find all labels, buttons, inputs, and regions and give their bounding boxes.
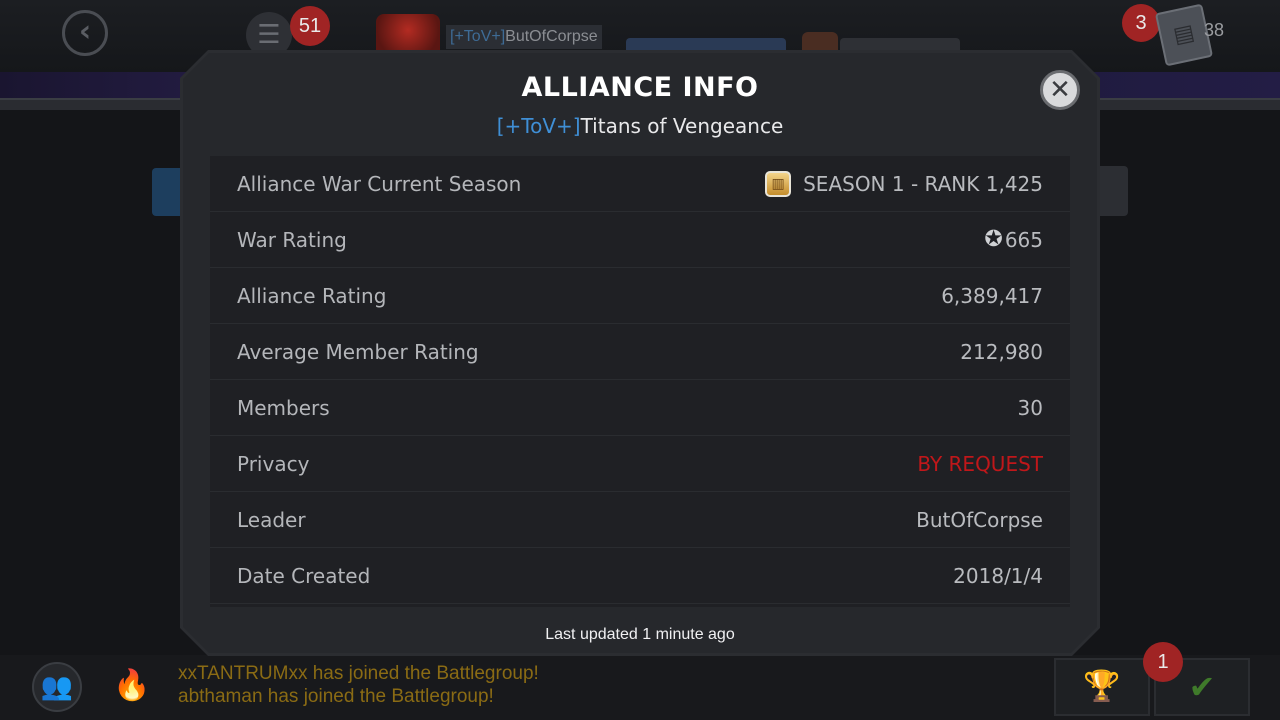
player-name-tag: [+ToV+]ButOfCorpse: [446, 25, 602, 49]
row-value: ✪ 665: [984, 227, 1043, 252]
row-value: 212,980: [960, 339, 1043, 364]
row-label: Members: [237, 395, 330, 420]
close-button[interactable]: ✕: [1040, 70, 1080, 110]
group-icon: 👥: [40, 672, 74, 702]
row-label: Date Created: [237, 563, 371, 588]
season-badge-icon: ▥: [765, 170, 792, 197]
row-value: 30: [1017, 395, 1043, 420]
trophy-icon: 🏆: [1083, 669, 1121, 704]
menu-icon: ☰: [257, 20, 281, 50]
last-updated-text: Last updated 1 minute ago: [545, 626, 735, 643]
row-members: Members 30: [210, 380, 1070, 436]
cards-badge: 3: [1122, 4, 1160, 42]
quest-badge: 1: [1143, 642, 1183, 682]
season-rank: SEASON 1 - RANK 1,425: [803, 171, 1043, 196]
notification-badge: 51: [290, 6, 330, 46]
row-privacy: Privacy BY REQUEST: [210, 436, 1070, 492]
activity-feed: xxTANTRUMxx has joined the Battlegroup! …: [178, 662, 539, 708]
row-war-rating: War Rating ✪ 665: [210, 212, 1070, 268]
leader-value[interactable]: ButOfCorpse: [916, 508, 1043, 532]
row-value: ▥ SEASON 1 - RANK 1,425: [765, 170, 1043, 197]
player-name: ButOfCorpse: [505, 28, 598, 45]
game-screen: ‹ ☰ 51 [+ToV+]ButOfCorpse 3 ▤ 38 👥 🔥 xxT…: [0, 0, 1280, 720]
row-alliance-rating: Alliance Rating 6,389,417: [210, 268, 1070, 324]
player-alliance-tag: [+ToV+]: [450, 28, 506, 45]
alliance-button[interactable]: 👥: [32, 662, 82, 712]
war-rating-value: 665: [1004, 227, 1043, 252]
row-value: 2018/1/4: [953, 563, 1043, 588]
privacy-value: BY REQUEST: [917, 451, 1043, 476]
alliance-full-name: Titans of Vengeance: [580, 114, 784, 138]
feed-item: abthaman has joined the Battlegroup!: [178, 686, 494, 707]
back-button[interactable]: ‹: [62, 10, 108, 56]
row-average-member-rating: Average Member Rating 212,980: [210, 324, 1070, 380]
feed-item: xxTANTRUMxx has joined the Battlegroup!: [178, 663, 539, 684]
war-rating-icon: ✪: [984, 227, 1003, 252]
side-tab-left[interactable]: [152, 168, 182, 216]
checkmark-icon: ✔: [1188, 668, 1216, 706]
cards-count: 38: [1204, 20, 1225, 40]
row-war-season: Alliance War Current Season ▥ SEASON 1 - …: [210, 156, 1070, 212]
side-tab-right[interactable]: [1098, 166, 1128, 216]
row-label: Privacy: [237, 451, 310, 476]
row-label: Alliance War Current Season: [237, 171, 522, 196]
row-leader: Leader ButOfCorpse: [210, 492, 1070, 548]
row-label: Alliance Rating: [237, 283, 387, 308]
alliance-name: [+ToV+]Titans of Vengeance: [0, 114, 1280, 138]
row-date-created: Date Created 2018/1/4: [210, 548, 1070, 604]
row-value: 6,389,417: [941, 283, 1043, 308]
flame-icon[interactable]: 🔥: [112, 664, 152, 708]
chevron-left-icon: ‹: [78, 14, 92, 49]
row-label: Leader: [237, 507, 306, 532]
dialog-title: ALLIANCE INFO: [521, 72, 759, 103]
alliance-tag: [+ToV+]: [496, 114, 581, 138]
row-label: Average Member Rating: [237, 339, 479, 364]
trophy-button[interactable]: 🏆: [1054, 658, 1150, 716]
info-list: Alliance War Current Season ▥ SEASON 1 - …: [210, 156, 1070, 607]
close-icon: ✕: [1049, 75, 1071, 105]
row-label: War Rating: [237, 227, 347, 252]
